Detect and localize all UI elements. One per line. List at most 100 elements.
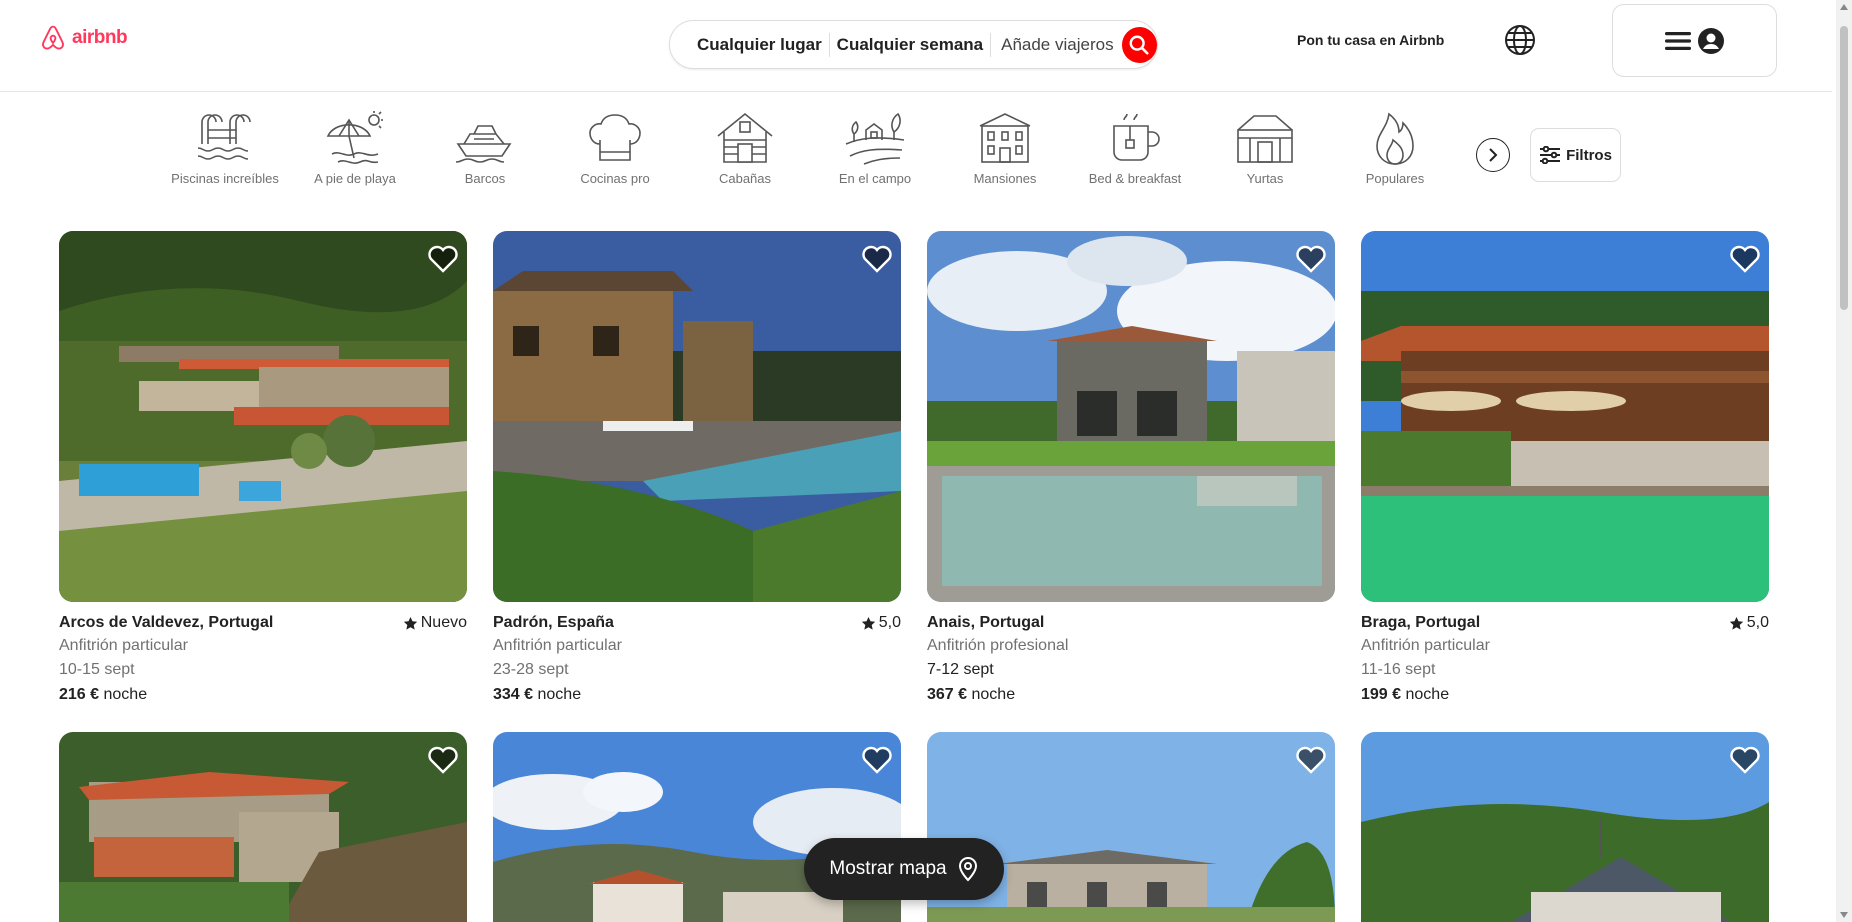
category-label: Cocinas pro (580, 171, 650, 186)
rating-value: 5,0 (1746, 614, 1769, 631)
listing-dates: 11-16 sept (1361, 661, 1436, 678)
listing-photo[interactable] (927, 231, 1335, 602)
tea-icon (1113, 113, 1160, 161)
category-label: Barcos (464, 171, 506, 186)
listing-host-type: Anfitrión particular (1361, 637, 1490, 654)
filters-label: Filtros (1566, 146, 1612, 164)
scroll-up-arrow[interactable] (1840, 4, 1848, 10)
boat-icon (455, 125, 512, 163)
countryside-icon (845, 112, 905, 165)
star-icon (861, 616, 875, 630)
globe-icon (1505, 25, 1535, 55)
listing-location: Arcos de Valdevez, Portugal (59, 614, 274, 631)
language-button[interactable] (1504, 24, 1536, 61)
search-bar[interactable]: Cualquier lugar Cualquier semana Añade v… (669, 20, 1158, 69)
airbnb-wordmark: airbnb (72, 27, 128, 48)
category-boats[interactable]: Barcos (420, 110, 550, 186)
listing-dates: 7-12 sept (927, 661, 994, 678)
flame-icon (1376, 112, 1414, 165)
favorite-heart-icon[interactable] (427, 744, 459, 774)
listing-price: 367 € noche (927, 686, 1335, 704)
star-icon (403, 616, 417, 630)
airbnb-logo[interactable]: airbnb (40, 24, 128, 52)
favorite-heart-icon[interactable] (427, 243, 459, 273)
category-chef[interactable]: Cocinas pro (550, 110, 680, 186)
search-week[interactable]: Cualquier semana (830, 35, 990, 55)
pool-icon (197, 114, 251, 160)
listing-location: Braga, Portugal (1361, 614, 1481, 631)
listing-photo[interactable] (1361, 732, 1769, 922)
listing-photo[interactable] (493, 231, 901, 602)
category-label: Bed & breakfast (1088, 171, 1182, 186)
price-unit: noche (103, 686, 148, 703)
listing-dates: 10-15 sept (59, 661, 135, 678)
search-icon (1129, 35, 1149, 55)
price-amount: 216 € (59, 686, 100, 703)
price-amount: 334 € (493, 686, 534, 703)
scroll-thumb[interactable] (1840, 26, 1848, 310)
map-pin-icon (958, 857, 977, 882)
category-label: Cabañas (718, 171, 772, 186)
favorite-heart-icon[interactable] (1295, 243, 1327, 273)
host-link[interactable]: Pon tu casa en Airbnb (1297, 32, 1444, 48)
show-map-button[interactable]: Mostrar mapa (804, 838, 1004, 900)
category-label: Populares (1365, 171, 1425, 186)
airbnb-logo-icon (42, 25, 64, 50)
category-label: A pie de playa (314, 171, 396, 186)
menu-icon (1664, 31, 1691, 50)
user-menu-button[interactable] (1612, 4, 1777, 77)
rating-value: Nuevo (420, 614, 467, 631)
listing-price: 334 € noche (493, 686, 901, 704)
scroll-down-arrow[interactable] (1840, 912, 1848, 918)
favorite-heart-icon[interactable] (1729, 744, 1761, 774)
category-bnb[interactable]: Bed & breakfast (1070, 110, 1200, 186)
listing-host-type: Anfitrión profesional (927, 637, 1069, 654)
page-scrollbar[interactable] (1836, 0, 1852, 922)
category-cabins[interactable]: Cabañas (680, 110, 810, 186)
price-amount: 199 € (1361, 686, 1402, 703)
listing-dates: 23-28 sept (493, 661, 569, 678)
listing-photo[interactable] (1361, 231, 1769, 602)
category-pools[interactable]: Piscinas increíbles (160, 110, 290, 186)
listing-info: Anais, Portugal Anfitrión profesional 7-… (927, 614, 1335, 704)
category-yurts[interactable]: Yurtas (1200, 110, 1330, 186)
search-guests[interactable]: Añade viajeros (991, 35, 1119, 55)
search-location[interactable]: Cualquier lugar (670, 35, 829, 55)
listing-rating: 5,0 (1729, 614, 1769, 632)
listing-photo[interactable] (59, 231, 467, 602)
category-label: Piscinas increíbles (171, 171, 279, 186)
category-trending[interactable]: Populares (1330, 110, 1460, 186)
beach-icon (326, 111, 383, 164)
top-header: airbnb Cualquier lugar Cualquier semana … (0, 0, 1832, 92)
listing-host-type: Anfitrión particular (59, 637, 188, 654)
mansion-icon (979, 113, 1031, 163)
category-countryside[interactable]: En el campo (810, 110, 940, 186)
filters-button[interactable]: Filtros (1530, 128, 1621, 182)
yurt-icon (1237, 115, 1293, 163)
categories-next-button[interactable] (1476, 138, 1510, 172)
listing-rating: Nuevo (403, 614, 467, 632)
category-mansions[interactable]: Mansiones (940, 110, 1070, 186)
chef-hat-icon (589, 114, 641, 161)
listing-location: Padrón, España (493, 614, 614, 631)
listing-info: Braga, Portugal 5,0 Anfitrión particular… (1361, 614, 1769, 704)
listing-location: Anais, Portugal (927, 614, 1045, 631)
category-beach[interactable]: A pie de playa (290, 110, 420, 186)
listing-price: 199 € noche (1361, 686, 1769, 704)
sliders-icon (1540, 146, 1561, 164)
show-map-label: Mostrar mapa (829, 858, 947, 879)
favorite-heart-icon[interactable] (1295, 744, 1327, 774)
listing-photo[interactable] (59, 732, 467, 922)
chevron-right-icon (1489, 148, 1498, 162)
cabin-icon (717, 112, 773, 163)
category-label: Mansiones (973, 171, 1037, 186)
price-unit: noche (1405, 686, 1450, 703)
favorite-heart-icon[interactable] (1729, 243, 1761, 273)
category-label: En el campo (838, 171, 912, 186)
search-button[interactable] (1121, 26, 1157, 63)
star-icon (1729, 616, 1743, 630)
listing-info: Padrón, España 5,0 Anfitrión particular … (493, 614, 901, 704)
favorite-heart-icon[interactable] (861, 243, 893, 273)
favorite-heart-icon[interactable] (861, 744, 893, 774)
user-icon (1697, 27, 1724, 54)
